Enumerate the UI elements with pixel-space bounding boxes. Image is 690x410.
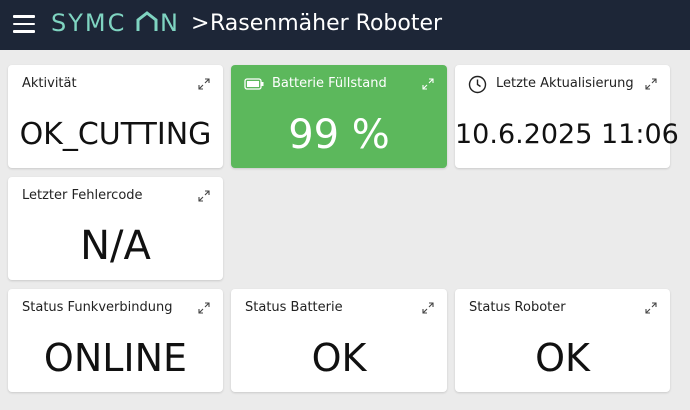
clock-icon [468,75,487,94]
tile-title: Letzter Fehlercode [22,188,143,203]
tile-activity[interactable]: Aktivität OK_CUTTING [8,65,223,168]
tile-value: OK_CUTTING [19,117,212,152]
tile-title: Letzte Aktualisierung [496,76,634,91]
battery-icon [244,78,264,90]
tile-value: ONLINE [43,336,188,380]
tile-battery-status[interactable]: Status Batterie OK [231,289,447,392]
tile-robot-status[interactable]: Status Roboter OK [455,289,670,392]
tile-value: N/A [80,223,151,269]
tile-title: Status Funkverbindung [22,300,173,315]
expand-icon[interactable] [197,301,211,315]
logo-wordmark: SYMC N [51,9,180,35]
expand-icon[interactable] [421,301,435,315]
expand-icon[interactable] [197,77,211,91]
page-title: Rasenmäher Roboter [210,11,443,36]
tile-last-update[interactable]: Letzte Aktualisierung 10.6.2025 11:06 [455,65,679,168]
tile-title: Status Batterie [245,300,343,315]
tile-error-code[interactable]: Letzter Fehlercode N/A [8,177,223,280]
top-bar: SYMC N > Rasenmäher Roboter [0,0,690,50]
expand-icon[interactable] [197,189,211,203]
tile-title: Status Roboter [469,300,566,315]
tile-title: Batterie Füllstand [272,76,387,91]
tile-radio-status[interactable]: Status Funkverbindung ONLINE [8,289,223,392]
symcon-logo[interactable]: SYMC N [51,9,199,35]
tile-value: 99 % [288,112,390,158]
tile-value: OK [535,336,590,380]
hamburger-menu-icon[interactable] [13,15,35,33]
tile-value: OK [311,336,367,380]
expand-icon[interactable] [421,77,435,91]
breadcrumb-separator: > [191,11,210,36]
tile-title: Aktivität [22,76,77,91]
expand-icon[interactable] [644,301,658,315]
tile-value: 10.6.2025 11:06 [455,119,679,150]
svg-text:SYMC: SYMC [51,9,126,35]
expand-icon[interactable] [644,77,658,91]
tile-battery-level[interactable]: Batterie Füllstand 99 % [231,65,447,168]
svg-text:N: N [160,9,180,35]
